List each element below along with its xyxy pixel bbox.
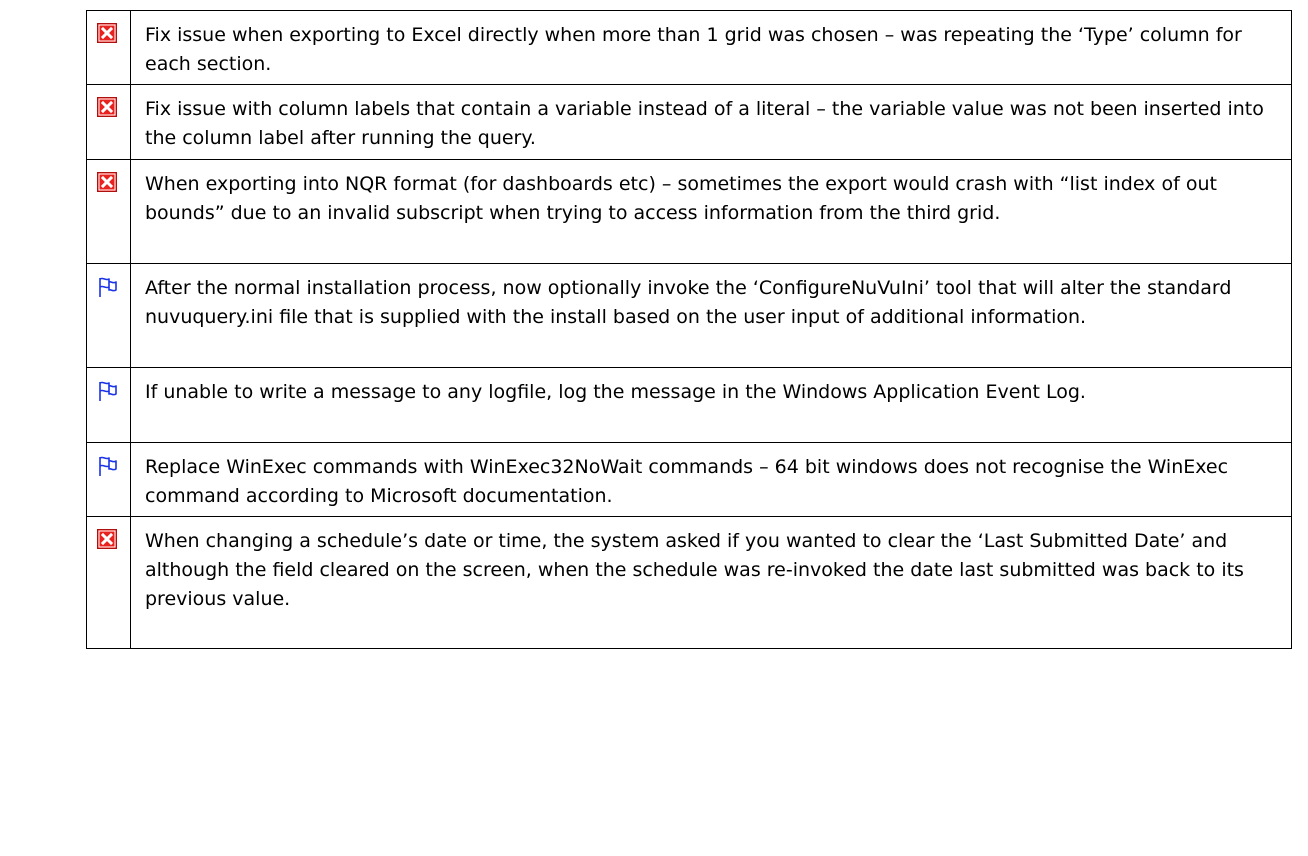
bug-fix-icon — [97, 97, 119, 119]
type-icon-cell — [86, 10, 131, 85]
bug-fix-icon — [97, 23, 119, 45]
new-feature-flag-icon — [97, 455, 119, 477]
bug-fix-icon — [97, 172, 119, 194]
type-icon-cell — [86, 84, 131, 160]
type-icon-cell — [86, 263, 131, 368]
new-feature-flag-icon — [97, 276, 119, 298]
change-description: When changing a schedule’s date or time,… — [130, 516, 1292, 649]
change-description: Replace WinExec commands with WinExec32N… — [130, 442, 1292, 517]
change-log-row: When exporting into NQR format (for dash… — [86, 159, 1292, 264]
type-icon-cell — [86, 442, 131, 517]
change-log-row: After the normal installation process, n… — [86, 263, 1292, 368]
change-log-row: Replace WinExec commands with WinExec32N… — [86, 442, 1292, 517]
type-icon-cell — [86, 159, 131, 264]
change-log-row: If unable to write a message to any logf… — [86, 367, 1292, 443]
new-feature-flag-icon — [97, 380, 119, 402]
type-icon-cell — [86, 516, 131, 649]
change-description: After the normal installation process, n… — [130, 263, 1292, 368]
change-description: Fix issue with column labels that contai… — [130, 84, 1292, 160]
change-description: Fix issue when exporting to Excel direct… — [130, 10, 1292, 85]
change-log-row: When changing a schedule’s date or time,… — [86, 516, 1292, 649]
type-icon-cell — [86, 367, 131, 443]
change-log-table: Fix issue when exporting to Excel direct… — [86, 10, 1292, 649]
change-description: When exporting into NQR format (for dash… — [130, 159, 1292, 264]
bug-fix-icon — [97, 529, 119, 551]
change-log-row: Fix issue with column labels that contai… — [86, 84, 1292, 160]
change-description: If unable to write a message to any logf… — [130, 367, 1292, 443]
change-log-row: Fix issue when exporting to Excel direct… — [86, 10, 1292, 85]
